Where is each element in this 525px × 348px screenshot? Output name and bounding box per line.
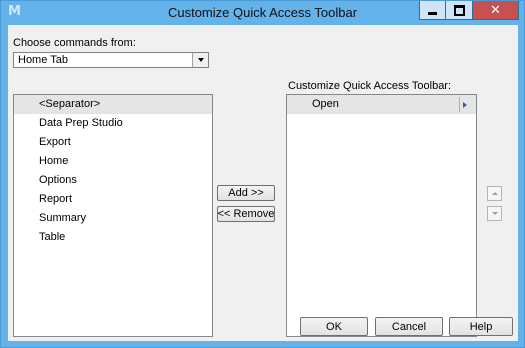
remove-button[interactable]: << Remove [217,206,275,222]
chevron-down-icon [197,58,204,62]
move-up-icon [491,192,498,195]
list-item[interactable]: Report [14,190,212,209]
available-commands-list[interactable]: <Separator> Data Prep Studio Export Home… [13,94,213,337]
add-button[interactable]: Add >> [217,185,275,201]
list-item[interactable]: Data Prep Studio [14,114,212,133]
list-item-label: Open [312,98,339,110]
choose-commands-label: Choose commands from: [13,37,136,49]
move-down-button[interactable] [487,206,502,221]
dropdown-arrow-button[interactable] [192,53,208,67]
help-button[interactable]: Help [449,317,513,336]
commands-source-dropdown[interactable]: Home Tab [13,52,209,68]
toolbar-commands-list[interactable]: Open [286,94,477,337]
close-icon: ✕ [490,2,501,18]
maximize-icon [453,4,465,16]
list-item[interactable]: Open [287,95,476,114]
list-item[interactable]: <Separator> [14,95,212,114]
title-bar[interactable]: M Customize Quick Access Toolbar ✕ [1,1,524,25]
list-item[interactable]: Table [14,228,212,247]
move-up-button[interactable] [487,186,502,201]
list-item[interactable]: Options [14,171,212,190]
dropdown-selected-value: Home Tab [18,54,68,66]
list-item[interactable]: Summary [14,209,212,228]
list-item[interactable]: Home [14,152,212,171]
close-button[interactable]: ✕ [473,1,519,20]
dialog-body: Choose commands from: Home Tab Customize… [8,25,518,341]
dialog-window: M Customize Quick Access Toolbar ✕ Choos… [0,0,525,348]
item-divider [459,97,460,112]
cancel-button[interactable]: Cancel [375,317,443,336]
maximize-button[interactable] [446,1,473,20]
minimize-button[interactable] [419,1,446,20]
minimize-icon [428,12,437,15]
chevron-right-icon[interactable] [463,102,467,108]
customize-toolbar-label: Customize Quick Access Toolbar: [288,80,452,92]
ok-button[interactable]: OK [300,317,368,336]
move-down-icon [491,212,498,215]
list-item[interactable]: Export [14,133,212,152]
